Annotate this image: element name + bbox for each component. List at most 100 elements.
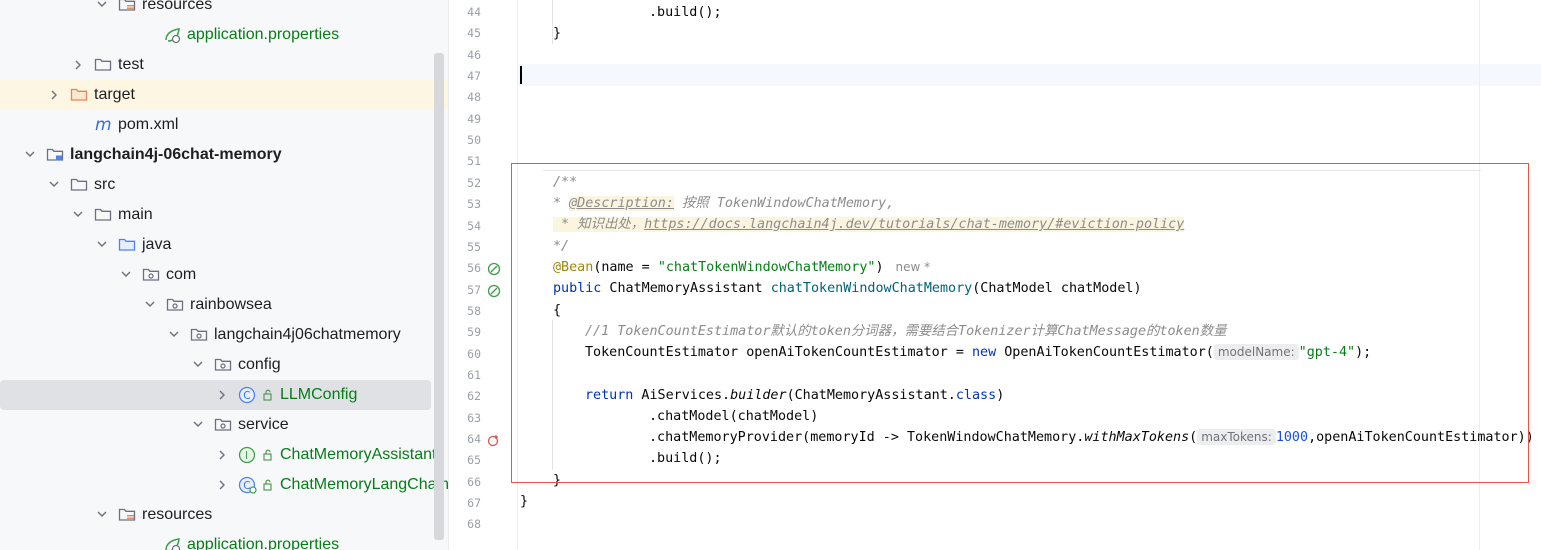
excluded-folder-icon xyxy=(70,80,90,110)
line-number: 62 xyxy=(467,389,481,404)
tree-item-resources[interactable]: resources xyxy=(0,500,434,530)
tree-item-label: rainbowsea xyxy=(190,296,272,313)
tree-item-chatmemorylangchain4j[interactable]: C ChatMemoryLangChain4J xyxy=(0,470,448,500)
line-number: 58 xyxy=(467,303,481,318)
tree-item-label: java xyxy=(142,236,172,253)
folder-icon xyxy=(94,50,114,80)
tree-item-label: ChatMemoryLangChain4J xyxy=(280,476,449,493)
package-icon xyxy=(190,320,210,350)
line-number: 44 xyxy=(467,5,481,19)
resources-folder-icon xyxy=(118,500,138,530)
source-folder-icon xyxy=(118,230,138,260)
chevron-down-icon[interactable] xyxy=(142,290,158,320)
line-number: 49 xyxy=(467,111,481,126)
tree-item-java[interactable]: java xyxy=(0,230,434,260)
tree-item-com[interactable]: com xyxy=(0,260,434,290)
tree-item-application-properties[interactable]: application.properties xyxy=(0,530,434,550)
text-caret xyxy=(520,66,522,84)
line-number: 68 xyxy=(467,517,481,532)
line-number: 61 xyxy=(467,367,481,382)
line-number: 56 xyxy=(467,261,481,276)
bean-icon[interactable] xyxy=(487,283,501,297)
spring-properties-icon xyxy=(163,20,183,50)
code-line-44: .build(); xyxy=(649,5,722,20)
tree-item-label: src xyxy=(94,176,116,193)
tree-item-test[interactable]: test xyxy=(0,50,434,80)
line-number: 59 xyxy=(467,325,481,340)
tree-item-chatmemoryassistant[interactable]: I ChatMemoryAssistant xyxy=(0,440,437,470)
tree-item-config[interactable]: config xyxy=(0,350,434,380)
chevron-down-icon[interactable] xyxy=(190,410,206,440)
line-number: 64 xyxy=(467,432,481,446)
chevron-right-icon[interactable] xyxy=(214,470,230,500)
lock-icon xyxy=(262,380,282,410)
code-editor[interactable]: 44 45 46 47 48 49 50 51 52 53 54 55 56 57 58 59 60 61 62 63… xyxy=(449,0,1541,550)
chevron-down-icon[interactable] xyxy=(46,170,62,200)
bean-icon[interactable] xyxy=(487,261,501,276)
tree-item-label: langchain4j-06chat-memory xyxy=(70,146,282,163)
project-tree[interactable]: resources application.properties test targe… xyxy=(0,0,449,550)
tree-item-application-properties[interactable]: application.properties xyxy=(0,20,434,50)
line-number: 54 xyxy=(467,218,481,233)
tree-item-target[interactable]: target xyxy=(0,80,448,110)
interface-icon: I xyxy=(238,440,258,470)
tree-item-src[interactable]: src xyxy=(0,170,434,200)
chevron-down-icon[interactable] xyxy=(190,350,206,380)
line-number: 45 xyxy=(467,26,481,41)
package-icon xyxy=(214,350,234,380)
chevron-right-icon[interactable] xyxy=(214,440,230,470)
chevron-right-icon[interactable] xyxy=(46,80,62,110)
chevron-down-icon[interactable] xyxy=(94,230,110,260)
maven-icon: m xyxy=(94,110,114,140)
red-annotation-box xyxy=(511,163,1529,483)
class-icon: C xyxy=(238,380,258,410)
tree-item-langchain4j06chatmemory[interactable]: langchain4j06chatmemory xyxy=(0,320,434,350)
line-number: 57 xyxy=(467,282,481,297)
code-line-45: } xyxy=(553,26,562,41)
line-number: 65 xyxy=(467,453,481,468)
tree-item-label: pom.xml xyxy=(118,116,179,133)
tree-item-label: com xyxy=(166,266,197,283)
tree-item-resources[interactable]: resources xyxy=(0,0,434,20)
chevron-down-icon[interactable] xyxy=(166,320,182,350)
line-number: 46 xyxy=(467,47,481,62)
line-number: 66 xyxy=(467,474,481,489)
tree-item-pom-xml[interactable]: m pom.xml xyxy=(0,110,434,140)
line-number: 51 xyxy=(467,154,481,169)
folder-icon xyxy=(94,200,114,230)
chevron-down-icon[interactable] xyxy=(22,140,38,170)
tree-item-service[interactable]: service xyxy=(0,410,434,440)
chevron-right-icon[interactable] xyxy=(214,380,230,410)
chevron-down-icon[interactable] xyxy=(118,260,134,290)
folder-icon xyxy=(70,170,90,200)
svg-text:I: I xyxy=(245,450,248,462)
tree-item-llmconfig[interactable]: C LLMConfig xyxy=(0,380,431,410)
line-number: 52 xyxy=(467,175,481,190)
tree-item-label: test xyxy=(118,56,144,73)
line-gutter: 44 45 46 47 48 49 50 51 52 53 54 55 56 57 58 59 60 61 62 63… xyxy=(449,0,518,550)
module-folder-icon xyxy=(46,140,66,170)
tree-item-langchain4j-06chat-memory[interactable]: langchain4j-06chat-memory xyxy=(0,140,434,170)
tree-item-label: application.properties xyxy=(187,26,340,43)
lock-icon xyxy=(262,440,282,470)
chevron-down-icon[interactable] xyxy=(94,500,110,530)
current-line-highlight xyxy=(449,64,1541,86)
spring-boot-class-icon: C xyxy=(238,470,258,500)
svg-text:m: m xyxy=(95,116,112,134)
lock-icon xyxy=(262,470,282,500)
tree-item-label: config xyxy=(238,356,281,373)
line-number: 63 xyxy=(467,410,481,425)
tree-item-label: application.properties xyxy=(187,536,340,550)
line-number: 55 xyxy=(467,239,481,254)
package-icon xyxy=(214,410,234,440)
chevron-down-icon[interactable] xyxy=(94,0,110,20)
chevron-right-icon[interactable] xyxy=(70,50,86,80)
line-number: 48 xyxy=(467,90,481,105)
tree-item-rainbowsea[interactable]: rainbowsea xyxy=(0,290,434,320)
lambda-bean-icon[interactable] xyxy=(487,432,501,447)
tree-item-label: langchain4j06chatmemory xyxy=(214,326,401,343)
tree-item-main[interactable]: main xyxy=(0,200,434,230)
line-number: 60 xyxy=(467,346,481,361)
chevron-down-icon[interactable] xyxy=(70,200,86,230)
tree-scrollbar[interactable] xyxy=(434,53,444,540)
